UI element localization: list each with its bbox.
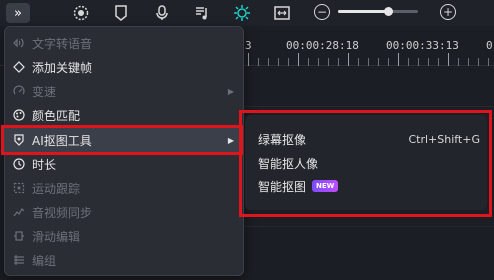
ruler-tick	[288, 58, 289, 66]
zoom-out-button[interactable]: −	[314, 4, 330, 20]
menu-item-label: 变速	[32, 84, 57, 99]
fit-icon[interactable]	[272, 3, 292, 23]
ruler-tick	[378, 58, 379, 66]
menu-item-av-sync[interactable]: 音视频同步	[5, 200, 243, 224]
ruler-tick	[278, 58, 279, 66]
menu-item-label: 运动跟踪	[32, 181, 81, 196]
menu-item-slide-edit[interactable]: 滑动编辑	[5, 224, 243, 248]
keyframe-icon	[12, 61, 26, 73]
menu-item-group[interactable]: 编组	[5, 248, 243, 272]
text-to-speech-icon	[12, 37, 26, 49]
speed-icon	[12, 85, 26, 97]
ruler-tick	[388, 58, 389, 66]
menu-item-duration[interactable]: 时长	[5, 152, 243, 176]
ruler-tick	[358, 58, 359, 66]
ruler-tick	[268, 58, 269, 66]
collapse-panel-button[interactable]: »	[6, 3, 30, 23]
ruler-tick	[348, 53, 349, 66]
ruler-tick	[428, 58, 429, 66]
timeline-toolbar: » − +	[0, 0, 494, 26]
zoom-slider-fill	[338, 10, 388, 13]
ruler-tick	[368, 58, 369, 66]
menu-item-label: 添加关键帧	[32, 60, 93, 75]
zoom-in-button[interactable]: +	[440, 4, 456, 20]
timecode-label: 3	[245, 39, 252, 52]
ruler-tick	[248, 53, 249, 66]
ruler-tick	[478, 58, 479, 66]
track-divider	[244, 106, 494, 107]
av-sync-icon	[12, 206, 26, 218]
ruler-tick	[318, 58, 319, 66]
menu-item-color-match[interactable]: 颜色匹配	[5, 103, 243, 127]
ruler-tick	[458, 58, 459, 66]
timecode-label: 00:00:33:13	[386, 39, 459, 52]
marker-icon[interactable]	[111, 3, 131, 23]
ruler-tick	[408, 58, 409, 66]
menu-item-label: 编组	[32, 253, 57, 268]
menu-item-add-keyframe[interactable]: 添加关键帧	[5, 55, 243, 79]
menu-item-motion-tracking[interactable]: 运动跟踪	[5, 176, 243, 200]
menu-item-label: 文字转语音	[32, 36, 93, 51]
ruler-tick	[308, 58, 309, 66]
music-list-icon[interactable]	[192, 3, 212, 23]
ruler-tick	[418, 58, 419, 66]
ruler-tick	[298, 53, 299, 66]
ruler-tick	[398, 53, 399, 66]
motion-tracking-icon	[12, 182, 26, 194]
record-icon[interactable]	[71, 3, 91, 23]
ruler-tick	[328, 58, 329, 66]
timecode-label: 00:00:28:18	[286, 39, 359, 52]
menu-item-text-to-speech[interactable]: 文字转语音	[5, 31, 243, 55]
ruler-tick	[488, 58, 489, 66]
ai-cutout-icon[interactable]	[232, 3, 252, 23]
ruler-tick	[258, 58, 259, 66]
clock-icon	[12, 158, 26, 170]
microphone-icon[interactable]	[152, 3, 172, 23]
slide-edit-icon	[12, 230, 26, 242]
ruler-tick	[468, 58, 469, 66]
menu-item-label: 滑动编辑	[32, 229, 81, 244]
zoom-slider-handle[interactable]	[383, 7, 393, 16]
ruler-tick	[438, 58, 439, 66]
timecode-label: 0	[486, 39, 493, 52]
zoom-slider[interactable]	[338, 7, 418, 16]
menu-item-speed[interactable]: 变速 ▶	[5, 79, 243, 103]
menu-item-label: 时长	[32, 157, 57, 172]
menu-item-label: 颜色匹配	[32, 108, 81, 123]
ruler-tick	[338, 58, 339, 66]
annotation-highlight-box	[239, 110, 492, 217]
annotation-highlight-box	[1, 125, 243, 155]
group-icon	[12, 254, 26, 266]
track-divider	[244, 226, 494, 227]
chevron-right-icon: ▶	[227, 86, 235, 96]
palette-icon	[12, 109, 26, 121]
menu-item-label: 音视频同步	[32, 205, 93, 220]
ruler-tick	[448, 53, 449, 66]
